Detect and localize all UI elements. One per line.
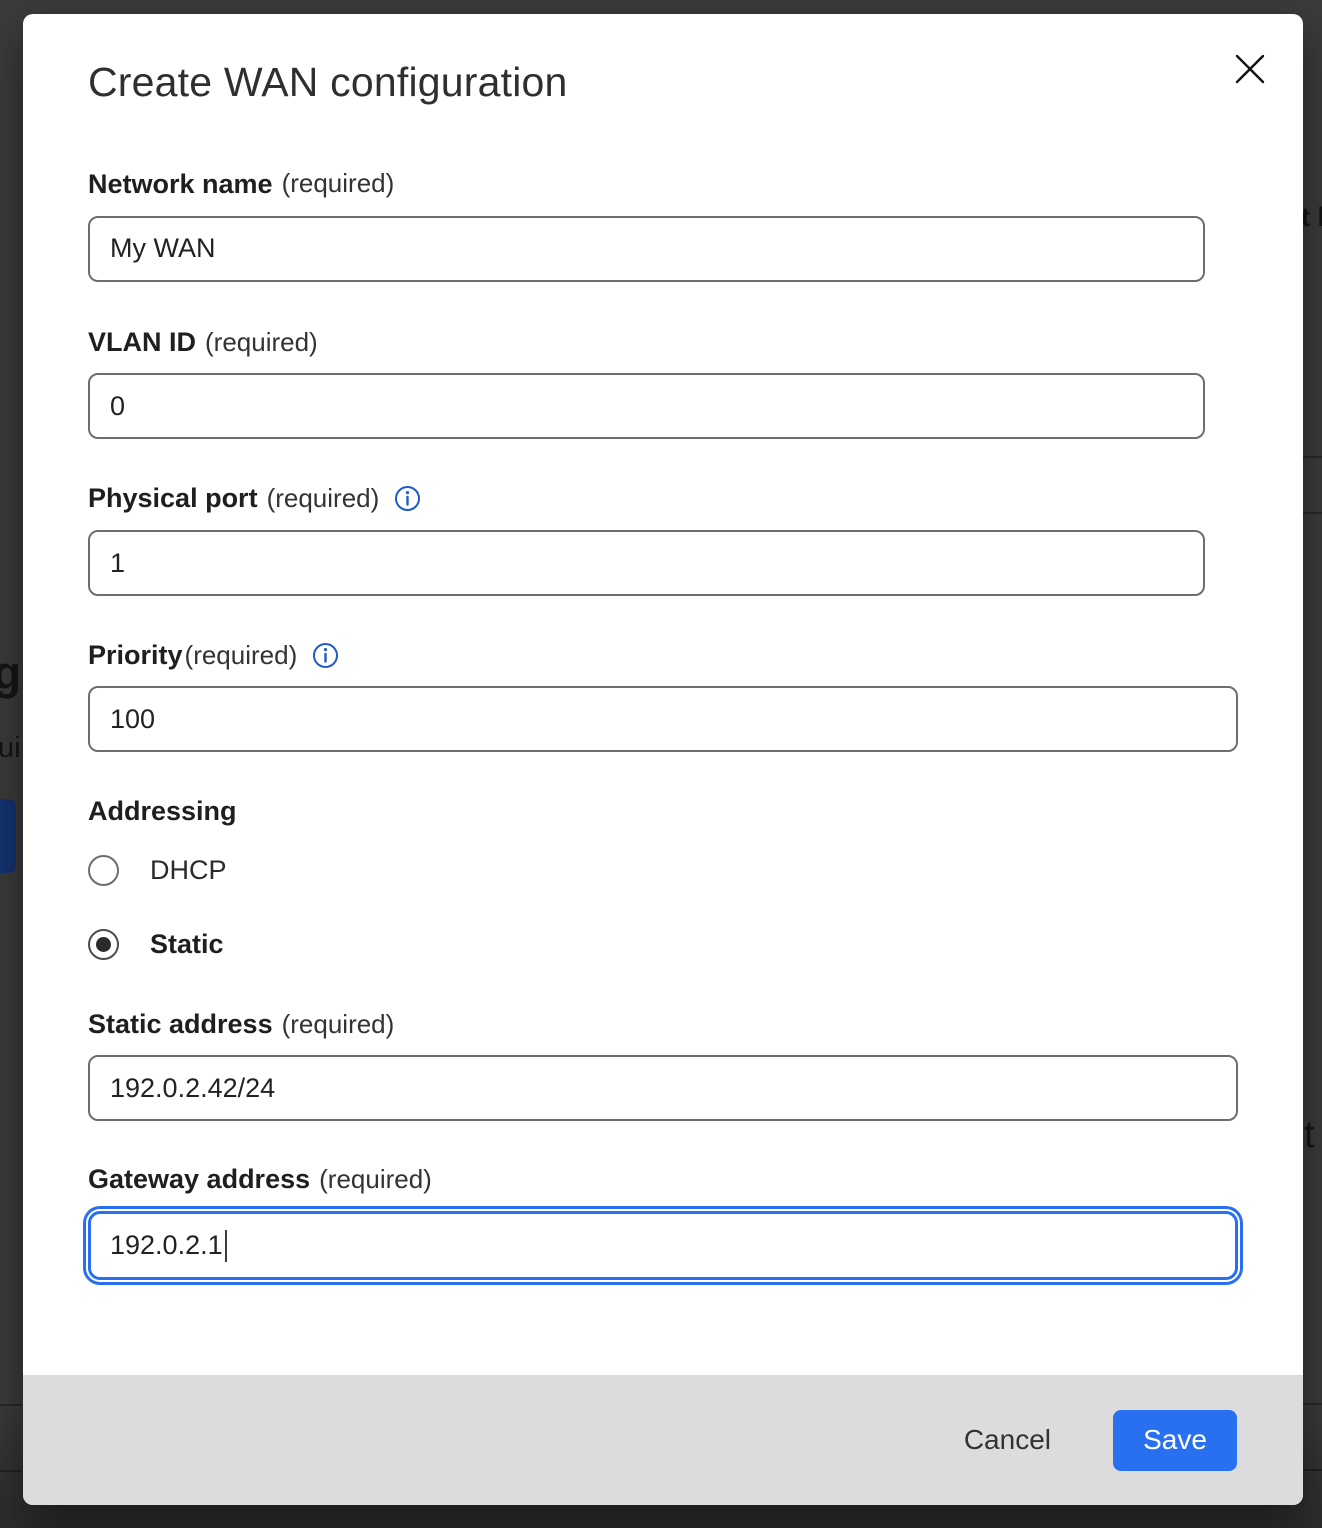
radio-label: DHCP — [150, 855, 227, 886]
background-table-line — [0, 1470, 22, 1472]
background-table-line — [1303, 1403, 1322, 1405]
background-text-fragment: ui — [0, 732, 21, 765]
cancel-button[interactable]: Cancel — [958, 1414, 1057, 1466]
static-address-input[interactable] — [88, 1055, 1238, 1121]
radio-label: Static — [150, 929, 224, 960]
background-table-line — [1303, 456, 1322, 458]
vlan-id-label: VLAN ID (required) — [88, 327, 1238, 358]
addressing-option-dhcp[interactable]: DHCP — [88, 854, 1238, 886]
required-hint: (required) — [282, 169, 395, 199]
background-text-fragment: t l — [1301, 202, 1322, 233]
save-button[interactable]: Save — [1113, 1410, 1237, 1471]
background-blue-button-fragment — [0, 799, 16, 873]
vlan-id-input[interactable] — [88, 373, 1205, 439]
close-icon — [1233, 52, 1267, 86]
addressing-section-title: Addressing — [88, 796, 1238, 827]
required-hint: (required) — [205, 328, 318, 358]
static-address-label: Static address (required) — [88, 1009, 1238, 1040]
dialog-footer: Cancel Save — [23, 1375, 1303, 1505]
label-text: Network name — [88, 169, 273, 200]
radio-dot — [96, 937, 111, 952]
background-table-line — [1303, 512, 1322, 514]
screen: gu ui t l t Create WAN configuration Net… — [0, 0, 1322, 1528]
background-table-line — [1303, 1469, 1322, 1471]
background-table-line — [0, 1404, 22, 1406]
required-hint: (required) — [282, 1010, 395, 1040]
gateway-address-label: Gateway address (required) — [88, 1164, 1238, 1195]
priority-input[interactable] — [88, 686, 1238, 752]
text-cursor — [225, 1230, 227, 1262]
close-button[interactable] — [1229, 48, 1271, 90]
gateway-address-input[interactable]: 192.0.2.1 — [88, 1211, 1238, 1280]
addressing-option-static[interactable]: Static — [88, 928, 1238, 960]
network-name-label: Network name (required) — [88, 169, 1238, 200]
info-icon[interactable] — [312, 642, 339, 669]
dialog-title: Create WAN configuration — [88, 60, 1238, 106]
physical-port-input[interactable] — [88, 530, 1205, 596]
background-text-fragment: t — [1304, 1114, 1315, 1157]
required-hint: (required) — [185, 641, 298, 671]
gateway-address-value: 192.0.2.1 — [110, 1230, 223, 1261]
radio-button-selected[interactable] — [88, 929, 119, 960]
info-icon[interactable] — [394, 485, 421, 512]
create-wan-dialog: Create WAN configuration Network name (r… — [23, 14, 1303, 1505]
required-hint: (required) — [319, 1165, 432, 1195]
required-hint: (required) — [267, 484, 380, 514]
radio-button-unselected[interactable] — [88, 855, 119, 886]
label-text: VLAN ID — [88, 327, 196, 358]
label-text: Priority — [88, 640, 183, 671]
physical-port-label: Physical port (required) — [88, 483, 1238, 514]
label-text: Gateway address — [88, 1164, 310, 1195]
priority-label: Priority (required) — [88, 640, 1238, 671]
label-text: Physical port — [88, 483, 258, 514]
network-name-input[interactable] — [88, 216, 1205, 282]
label-text: Static address — [88, 1009, 273, 1040]
